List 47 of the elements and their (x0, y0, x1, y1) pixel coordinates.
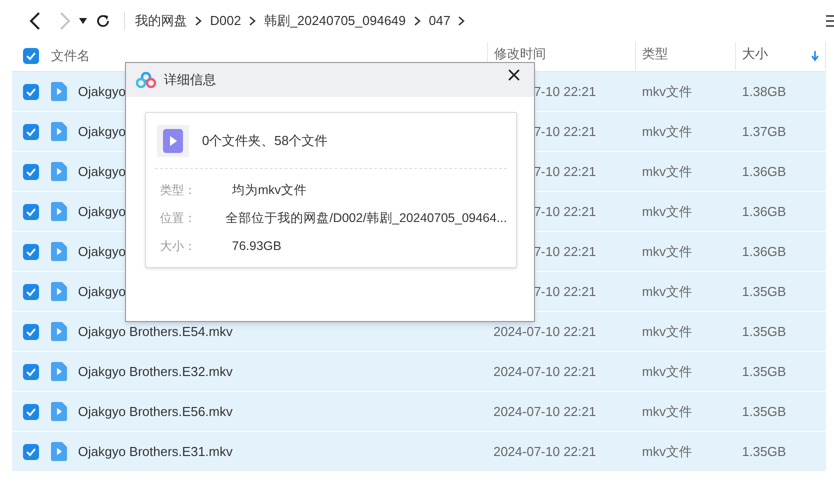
file-name: Ojakgyo (78, 242, 126, 261)
file-name: Ojakgyo (78, 282, 126, 301)
modified-date: 7-10 22:21 (532, 122, 596, 141)
file-type: mkv文件 (642, 444, 692, 458)
modified-date: 2024-07-10 22:21 (492, 322, 596, 341)
file-size: 1.37GB (742, 124, 786, 138)
file-size: 1.36GB (742, 204, 786, 218)
dialog-title: 详细信息 (164, 71, 216, 90)
modified-date: 7-10 22:21 (532, 282, 596, 301)
selection-summary: 0个文件夹、58个文件 (202, 132, 328, 150)
file-type: mkv文件 (642, 364, 692, 378)
file-size: 1.35GB (742, 404, 786, 418)
file-name: Ojakgyo (78, 122, 126, 141)
field-label: 大小： (159, 238, 197, 255)
file-type: mkv文件 (642, 244, 692, 258)
field-value: 均为mkv文件 (232, 182, 307, 199)
file-size: 1.35GB (742, 364, 786, 378)
field-label: 位置： (159, 210, 197, 227)
file-name: Ojakgyo (78, 162, 126, 181)
file-name: Ojakgyo (78, 82, 126, 101)
file-size: 1.38GB (742, 84, 786, 98)
modified-date: 7-10 22:21 (532, 82, 596, 101)
file-type: mkv文件 (642, 164, 692, 178)
file-size: 1.36GB (742, 244, 786, 258)
file-type: mkv文件 (642, 324, 692, 338)
file-type: mkv文件 (642, 124, 692, 138)
field-value: 76.93GB (232, 238, 282, 255)
modified-date: 7-10 22:21 (532, 162, 596, 181)
file-name: Ojakgyo Brothers.E31.mkv (78, 442, 233, 461)
file-name: Ojakgyo (78, 202, 126, 221)
file-name: Ojakgyo Brothers.E32.mkv (78, 362, 233, 381)
file-type: mkv文件 (642, 404, 692, 418)
file-size: 1.35GB (742, 324, 786, 338)
file-size: 1.36GB (742, 164, 786, 178)
file-size: 1.35GB (742, 444, 786, 458)
file-name: Ojakgyo Brothers.E54.mkv (78, 322, 233, 341)
modified-date: 2024-07-10 22:21 (492, 402, 596, 421)
file-type: mkv文件 (642, 204, 692, 218)
file-size: 1.35GB (742, 284, 786, 298)
file-type: mkv文件 (642, 284, 692, 298)
file-name: Ojakgyo Brothers.E56.mkv (78, 402, 233, 421)
field-label: 类型： (159, 182, 197, 199)
modified-date: 2024-07-10 22:21 (492, 362, 596, 381)
modified-date: 7-10 22:21 (532, 242, 596, 261)
file-type: mkv文件 (642, 84, 692, 98)
field-value: 全部位于我的网盘/D002/韩剧_20240705_09464... (225, 210, 507, 227)
modified-date: 2024-07-10 22:21 (492, 442, 596, 461)
